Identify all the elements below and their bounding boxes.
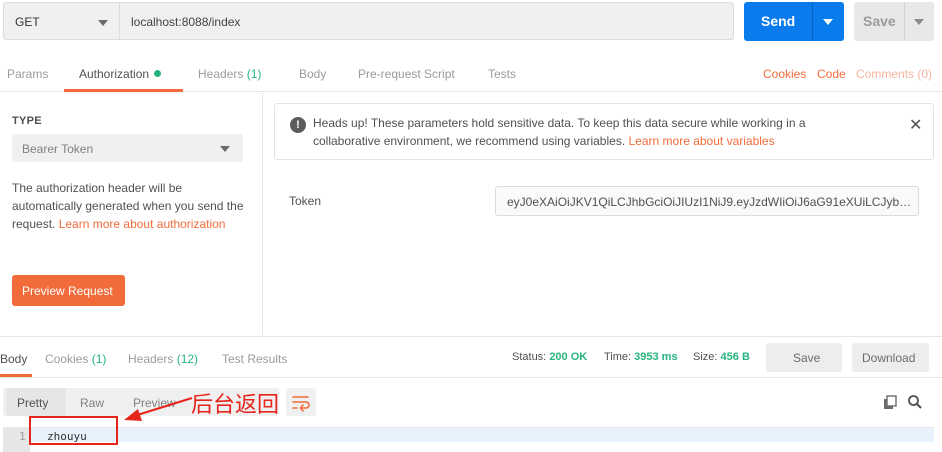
active-response-tab-indicator: [0, 374, 32, 377]
download-button[interactable]: Download: [852, 343, 929, 372]
copy-icon[interactable]: [882, 395, 898, 411]
url-input[interactable]: localhost:8088/index: [119, 2, 734, 40]
wrap-lines-button[interactable]: [286, 388, 316, 416]
response-tab-cookies[interactable]: Cookies (1): [45, 352, 106, 366]
time-stat: Time: 3953 ms: [604, 351, 678, 363]
close-icon[interactable]: ✕: [909, 115, 922, 135]
response-tab-body[interactable]: Body: [0, 352, 27, 366]
comments-link[interactable]: Comments (0): [856, 67, 932, 81]
send-options-chevron-icon[interactable]: [823, 19, 833, 25]
format-pretty[interactable]: Pretty: [17, 396, 48, 410]
response-body-editor[interactable]: 1 zhouyu: [3, 427, 934, 452]
auth-help-text: The authorization header will be automat…: [12, 181, 244, 231]
tab-params[interactable]: Params: [7, 67, 48, 81]
save-options-chevron-icon[interactable]: [914, 19, 924, 25]
code-link[interactable]: Code: [817, 67, 846, 81]
format-raw[interactable]: Raw: [80, 396, 104, 410]
save-response-button[interactable]: Save: [766, 343, 842, 372]
active-tab-indicator: [64, 89, 183, 92]
preview-request-label: Preview Request: [22, 284, 113, 298]
type-label: TYPE: [12, 115, 42, 127]
method-select[interactable]: GET: [3, 2, 119, 40]
preview-request-button[interactable]: Preview Request: [12, 275, 125, 306]
info-icon: !: [290, 117, 306, 133]
line-number: 1: [19, 430, 26, 443]
size-stat: Size: 456 B: [693, 351, 750, 363]
send-label: Send: [761, 13, 796, 29]
token-label: Token: [289, 194, 322, 208]
annotation-text: 后台返回: [191, 393, 280, 418]
token-value: eyJ0eXAiOiJKV1QiLCJhbGciOiJIUzI1NiJ9.eyJ…: [507, 195, 912, 209]
wrap-lines-icon: [292, 396, 310, 412]
response-tab-test-results[interactable]: Test Results: [222, 352, 287, 366]
tab-authorization[interactable]: Authorization: [79, 67, 162, 81]
chevron-down-icon: [98, 20, 108, 26]
tab-tests[interactable]: Tests: [488, 67, 516, 81]
auth-type-panel: TYPE Bearer Token The authorization head…: [0, 93, 263, 335]
status-stat: Status: 200 OK: [512, 351, 588, 363]
tab-body[interactable]: Body: [299, 67, 326, 81]
sensitive-data-notice: ! Heads up! These parameters hold sensit…: [274, 103, 934, 160]
search-icon[interactable]: [907, 394, 923, 410]
response-tab-headers[interactable]: Headers (12): [128, 352, 198, 366]
annotation-arrow-icon: [124, 396, 193, 421]
request-tabs: Params Authorization Headers (1) Body Pr…: [0, 52, 942, 92]
annotation-highlight-box: [29, 416, 118, 445]
url-value: localhost:8088/index: [131, 15, 241, 29]
auth-type-select[interactable]: Bearer Token: [12, 134, 243, 162]
save-label: Save: [863, 13, 896, 29]
token-input[interactable]: eyJ0eXAiOiJKV1QiLCJhbGciOiJIUzI1NiJ9.eyJ…: [495, 186, 919, 216]
request-bar: GET localhost:8088/index Send Save: [0, 0, 942, 44]
notice-text: Heads up! These parameters hold sensitiv…: [313, 116, 806, 148]
tab-pre-request-script[interactable]: Pre-request Script: [358, 67, 455, 81]
save-request-button[interactable]: Save: [854, 2, 934, 41]
learn-more-authorization-link[interactable]: Learn more about authorization: [59, 217, 226, 231]
learn-more-variables-link[interactable]: Learn more about variables: [629, 134, 775, 148]
response-tabs: Body Cookies (1) Headers (12) Test Resul…: [0, 336, 942, 378]
tab-headers[interactable]: Headers (1): [198, 67, 261, 81]
line-gutter: 1: [3, 428, 30, 452]
auth-type-value: Bearer Token: [22, 142, 94, 156]
active-dot-icon: [154, 70, 162, 77]
send-button[interactable]: Send: [744, 2, 844, 41]
chevron-down-icon: [220, 146, 230, 152]
cookies-link[interactable]: Cookies: [763, 67, 806, 81]
method-value: GET: [15, 15, 40, 29]
